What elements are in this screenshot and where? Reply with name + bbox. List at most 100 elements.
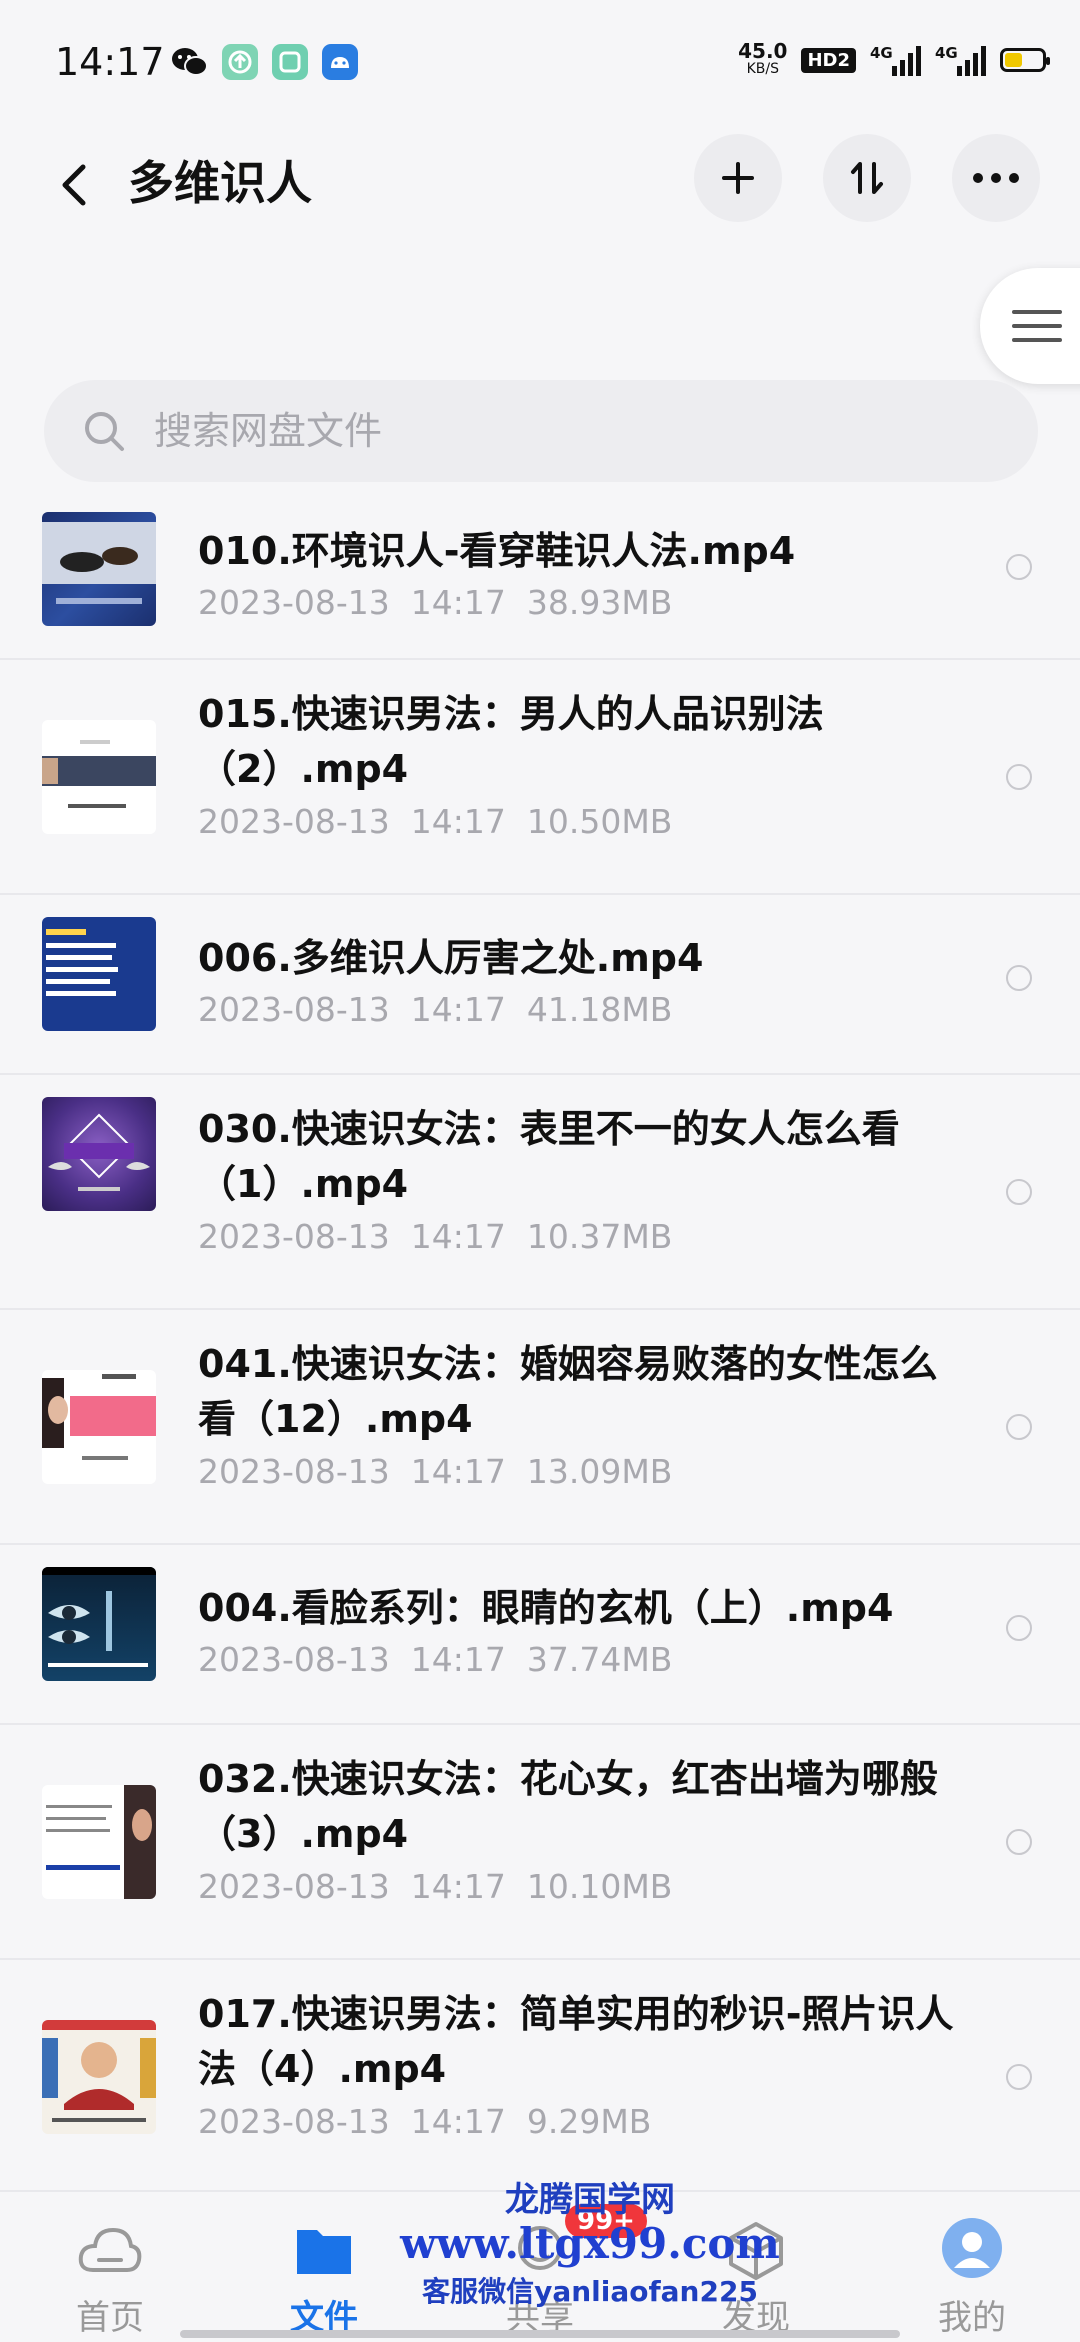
page-title: 多维识人 [128,156,312,210]
notification-badge: 99+ [565,2204,647,2238]
signal-icon: 4G [935,44,986,76]
android-app-icon [322,44,358,80]
nav-home[interactable]: 首页 [40,2192,180,2342]
video-thumbnail [42,512,156,626]
video-thumbnail [42,720,156,834]
select-radio[interactable] [1006,1829,1032,1855]
hd-icon: HD2 [801,47,856,73]
video-thumbnail [42,1370,156,1484]
select-radio[interactable] [1006,1179,1032,1205]
file-row[interactable]: 010.环境识人-看穿鞋识人法.mp4 2023-08-13 14:17 38.… [0,500,1080,660]
search-icon [85,412,124,451]
file-date: 2023-08-13 [198,2102,390,2141]
nav-home-label: 首页 [76,2298,144,2338]
more-button[interactable] [952,134,1040,222]
file-date: 2023-08-13 [198,1452,390,1491]
wechat-icon [170,44,208,84]
file-row[interactable]: 004.看脸系列：眼睛的玄机（上）.mp4 2023-08-13 14:17 3… [0,1545,1080,1725]
battery-icon [1000,48,1050,72]
search-bar[interactable] [44,380,1038,482]
video-thumbnail [42,917,156,1031]
sort-arrows-icon [851,162,883,194]
file-name: 017.快速识男法：简单实用的秒识-照片识人法（4）.mp4 [198,1992,954,2091]
home-indicator [180,2330,900,2338]
file-row[interactable]: 030.快速识女法：表里不一的女人怎么看（1）.mp4 2023-08-13 1… [0,1075,1080,1310]
file-row[interactable]: 041.快速识女法：婚姻容易败落的女性怎么看（12）.mp4 2023-08-1… [0,1310,1080,1545]
video-thumbnail [42,1785,156,1899]
file-date: 2023-08-13 [198,990,390,1029]
signal-label: 4G [935,44,958,62]
video-thumbnail [42,2020,156,2134]
file-meta: 2023-08-13 14:17 37.74MB [198,1638,672,1682]
file-size: 10.37MB [526,1217,673,1256]
file-date: 2023-08-13 [198,1867,390,1906]
select-radio[interactable] [1006,965,1032,991]
file-meta: 2023-08-13 14:17 13.09MB [198,1450,672,1494]
file-row[interactable]: 032.快速识女法：花心女，红杏出墙为哪般（3）.mp4 2023-08-13 … [0,1725,1080,1960]
file-name: 004.看脸系列：眼睛的玄机（上）.mp4 [198,1586,894,1630]
video-thumbnail [42,1097,156,1211]
file-time: 14:17 [410,1217,506,1256]
notification-icons [170,44,358,84]
signal-icon: 4G [870,44,921,76]
file-meta: 2023-08-13 14:17 10.37MB [198,1215,672,1259]
file-size: 41.18MB [526,990,673,1029]
search-input[interactable] [152,408,976,454]
status-right-icons: 45.0 KB/S HD2 4G 4G [738,41,1050,78]
file-time: 14:17 [410,2102,506,2141]
file-meta: 2023-08-13 14:17 10.50MB [198,800,672,844]
file-time: 14:17 [410,583,506,622]
back-button[interactable] [44,155,104,215]
file-size: 13.09MB [526,1452,673,1491]
nav-me-label: 我的 [938,2298,1006,2338]
file-meta: 2023-08-13 14:17 38.93MB [198,581,672,625]
signal-label: 4G [870,44,893,62]
file-row[interactable]: 015.快速识男法：男人的人品识别法（2）.mp4 2023-08-13 14:… [0,660,1080,895]
file-row[interactable]: 017.快速识男法：简单实用的秒识-照片识人法（4）.mp4 2023-08-1… [0,1960,1080,2195]
nav-discover[interactable]: 发现 [686,2192,826,2342]
nav-files[interactable]: 文件 [254,2192,394,2342]
cloud-icon [78,2227,142,2272]
nav-me[interactable]: 我的 [902,2192,1042,2342]
avatar-icon [942,2218,1002,2278]
file-time: 14:17 [410,1867,506,1906]
network-speed: 45.0 KB/S [738,41,787,78]
folder-icon [297,2230,351,2274]
status-bar: 14:17 45.0 KB/S HD2 4G 4G [0,0,1080,130]
file-meta: 2023-08-13 14:17 41.18MB [198,988,672,1032]
sort-button[interactable] [823,134,911,222]
file-date: 2023-08-13 [198,1217,390,1256]
nav-share[interactable]: 99+ 共享 [470,2192,647,2342]
file-name: 032.快速识女法：花心女，红杏出墙为哪般（3）.mp4 [198,1757,938,1856]
file-size: 9.29MB [526,2102,652,2141]
chevron-left-icon [62,164,86,206]
file-name: 030.快速识女法：表里不一的女人怎么看（1）.mp4 [198,1107,900,1206]
share-icon [518,2226,562,2270]
file-time: 14:17 [410,990,506,1029]
bottom-nav: 首页 文件 99+ 共享 发现 我的 [0,2190,1080,2342]
file-size: 37.74MB [526,1640,673,1679]
file-date: 2023-08-13 [198,1640,390,1679]
file-size: 10.10MB [526,1867,673,1906]
file-date: 2023-08-13 [198,583,390,622]
drawer-toggle-button[interactable] [980,268,1080,384]
hamburger-menu-icon [1012,310,1062,342]
gallery-app-icon [272,44,308,80]
add-button[interactable] [694,134,782,222]
select-radio[interactable] [1006,1615,1032,1641]
file-meta: 2023-08-13 14:17 10.10MB [198,1865,672,1909]
file-name: 010.环境识人-看穿鞋识人法.mp4 [198,529,796,573]
file-time: 14:17 [410,1452,506,1491]
select-radio[interactable] [1006,2064,1032,2090]
file-time: 14:17 [410,802,506,841]
file-size: 38.93MB [526,583,673,622]
file-name: 041.快速识女法：婚姻容易败落的女性怎么看（12）.mp4 [198,1342,938,1441]
more-horizontal-icon [973,173,1019,183]
file-date: 2023-08-13 [198,802,390,841]
file-name: 015.快速识男法：男人的人品识别法（2）.mp4 [198,692,824,791]
select-radio[interactable] [1006,764,1032,790]
file-row[interactable]: 006.多维识人厉害之处.mp4 2023-08-13 14:17 41.18M… [0,895,1080,1075]
select-radio[interactable] [1006,554,1032,580]
video-thumbnail [42,1567,156,1681]
select-radio[interactable] [1006,1414,1032,1440]
